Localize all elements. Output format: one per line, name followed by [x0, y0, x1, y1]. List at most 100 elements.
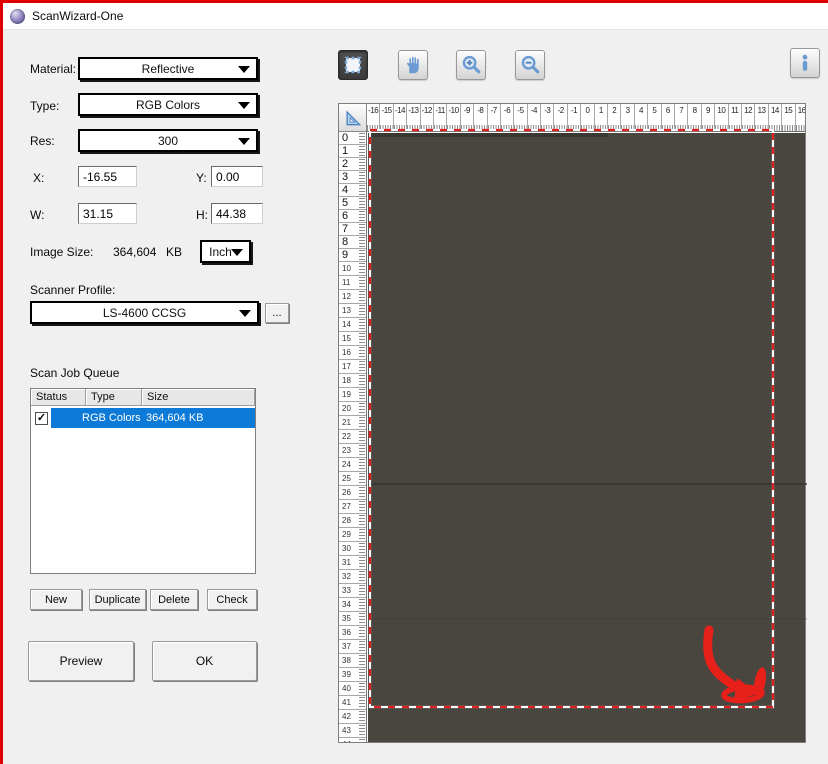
v-ruler-tick: 19: [339, 388, 366, 402]
v-ruler-tick: 5: [339, 197, 366, 210]
chevron-down-icon: [231, 249, 243, 256]
horizontal-ruler: -16-15-14-13-12-11-10-9-8-7-6-5-4-3-2-10…: [367, 104, 805, 132]
scanwizard-window: { "window": { "title": "ScanWizard-One" …: [0, 0, 828, 764]
h-input[interactable]: [211, 203, 263, 224]
v-ruler-tick: 23: [339, 444, 366, 458]
profile-more-button[interactable]: ...: [265, 303, 289, 323]
v-ruler-tick: 14: [339, 318, 366, 332]
h-ruler-tick: -6: [501, 104, 514, 131]
res-label: Res:: [30, 134, 55, 148]
v-ruler-tick: 34: [339, 598, 366, 612]
v-ruler-tick: 18: [339, 374, 366, 388]
v-ruler-tick: 39: [339, 668, 366, 682]
h-ruler-tick: -7: [488, 104, 501, 131]
h-ruler-tick: 12: [742, 104, 755, 131]
queue-row-selection[interactable]: RGB Colors 364,604 KB: [51, 408, 255, 428]
scan-preview-widget: -16-15-14-13-12-11-10-9-8-7-6-5-4-3-2-10…: [338, 103, 806, 743]
v-ruler-tick: 26: [339, 486, 366, 500]
type-value: RGB Colors: [136, 98, 200, 112]
v-ruler-tick: 21: [339, 416, 366, 430]
v-ruler-tick: 31: [339, 556, 366, 570]
queue-row[interactable]: ✓ RGB Colors 364,604 KB: [31, 408, 255, 428]
scanner-profile-combo[interactable]: LS-4600 CCSG: [30, 301, 259, 324]
v-ruler-tick: 0: [339, 132, 366, 145]
h-ruler-tick: -12: [421, 104, 434, 131]
v-ruler-tick: 24: [339, 458, 366, 472]
column-header-size[interactable]: Size: [142, 389, 255, 405]
image-size-label: Image Size:: [30, 245, 93, 259]
column-header-type[interactable]: Type: [86, 389, 142, 405]
h-ruler-tick: 16: [796, 104, 806, 131]
scan-job-queue-table: Status Type Size ✓ RGB Colors 364,604 KB: [30, 388, 256, 574]
scan-preview-canvas[interactable]: [368, 133, 805, 742]
scan-job-queue-label: Scan Job Queue: [30, 366, 119, 380]
res-value: 300: [158, 134, 178, 148]
h-ruler-tick: 11: [729, 104, 742, 131]
type-combo[interactable]: RGB Colors: [78, 93, 258, 116]
queue-row-checkbox[interactable]: ✓: [35, 412, 48, 425]
type-label: Type:: [30, 99, 59, 113]
res-combo[interactable]: 300: [78, 129, 258, 152]
unit-value: Inch: [209, 245, 232, 259]
unit-combo[interactable]: Inch: [200, 240, 251, 263]
h-ruler-tick: 2: [608, 104, 621, 131]
v-ruler-tick: 25: [339, 472, 366, 486]
pan-hand-tool[interactable]: [398, 50, 428, 80]
v-ruler-tick: 33: [339, 584, 366, 598]
v-ruler-tick: 36: [339, 626, 366, 640]
w-input[interactable]: [78, 203, 137, 224]
v-ruler-tick: 4: [339, 184, 366, 197]
column-header-status[interactable]: Status: [31, 389, 86, 405]
v-ruler-tick: 38: [339, 654, 366, 668]
marquee-icon: [342, 54, 364, 76]
x-input[interactable]: [78, 166, 137, 187]
queue-row-type: RGB Colors: [82, 412, 141, 424]
h-ruler-tick: 6: [662, 104, 675, 131]
h-ruler-tick: -15: [380, 104, 393, 131]
h-ruler-tick: 14: [769, 104, 782, 131]
y-input[interactable]: [211, 166, 263, 187]
ruler-corner-box[interactable]: [339, 104, 367, 132]
zoom-in-icon: [460, 54, 482, 76]
v-ruler-tick: 9: [339, 249, 366, 262]
v-ruler-tick: 2: [339, 158, 366, 171]
h-ruler-tick: 5: [648, 104, 661, 131]
duplicate-button[interactable]: Duplicate: [89, 589, 146, 610]
image-size-unit: KB: [166, 245, 182, 259]
v-ruler-tick: 35: [339, 612, 366, 626]
title-bar: ScanWizard-One: [3, 3, 828, 30]
preview-button[interactable]: Preview: [28, 641, 134, 681]
h-ruler-tick: -5: [514, 104, 527, 131]
chevron-down-icon: [238, 138, 250, 145]
chevron-down-icon: [238, 102, 250, 109]
scanner-profile-label: Scanner Profile:: [30, 283, 115, 297]
info-tool[interactable]: [790, 48, 820, 78]
new-button[interactable]: New: [30, 589, 82, 610]
h-ruler-tick: -10: [447, 104, 460, 131]
queue-table-header: Status Type Size: [31, 389, 255, 406]
marquee-select-tool[interactable]: [338, 50, 368, 80]
h-ruler-tick: -14: [394, 104, 407, 131]
material-value: Reflective: [142, 62, 195, 76]
check-button[interactable]: Check: [207, 589, 257, 610]
h-ruler-tick: 0: [581, 104, 594, 131]
chevron-down-icon: [238, 66, 250, 73]
queue-row-size: 364,604 KB: [146, 412, 204, 424]
v-ruler-tick: 16: [339, 346, 366, 360]
hand-icon: [402, 54, 424, 76]
app-globe-icon: [10, 9, 25, 24]
v-ruler-tick: 41: [339, 696, 366, 710]
v-ruler-tick: 42: [339, 710, 366, 724]
material-combo[interactable]: Reflective: [78, 57, 258, 80]
v-ruler-tick: 11: [339, 276, 366, 290]
zoom-out-tool[interactable]: [515, 50, 545, 80]
v-ruler-tick: 13: [339, 304, 366, 318]
ok-button[interactable]: OK: [152, 641, 257, 681]
delete-button[interactable]: Delete: [150, 589, 198, 610]
info-icon: [794, 52, 816, 74]
v-ruler-tick: 29: [339, 528, 366, 542]
zoom-in-tool[interactable]: [456, 50, 486, 80]
queue-table-body: ✓ RGB Colors 364,604 KB: [31, 408, 255, 428]
v-ruler-tick: 44: [339, 738, 366, 742]
h-ruler-tick: -9: [461, 104, 474, 131]
